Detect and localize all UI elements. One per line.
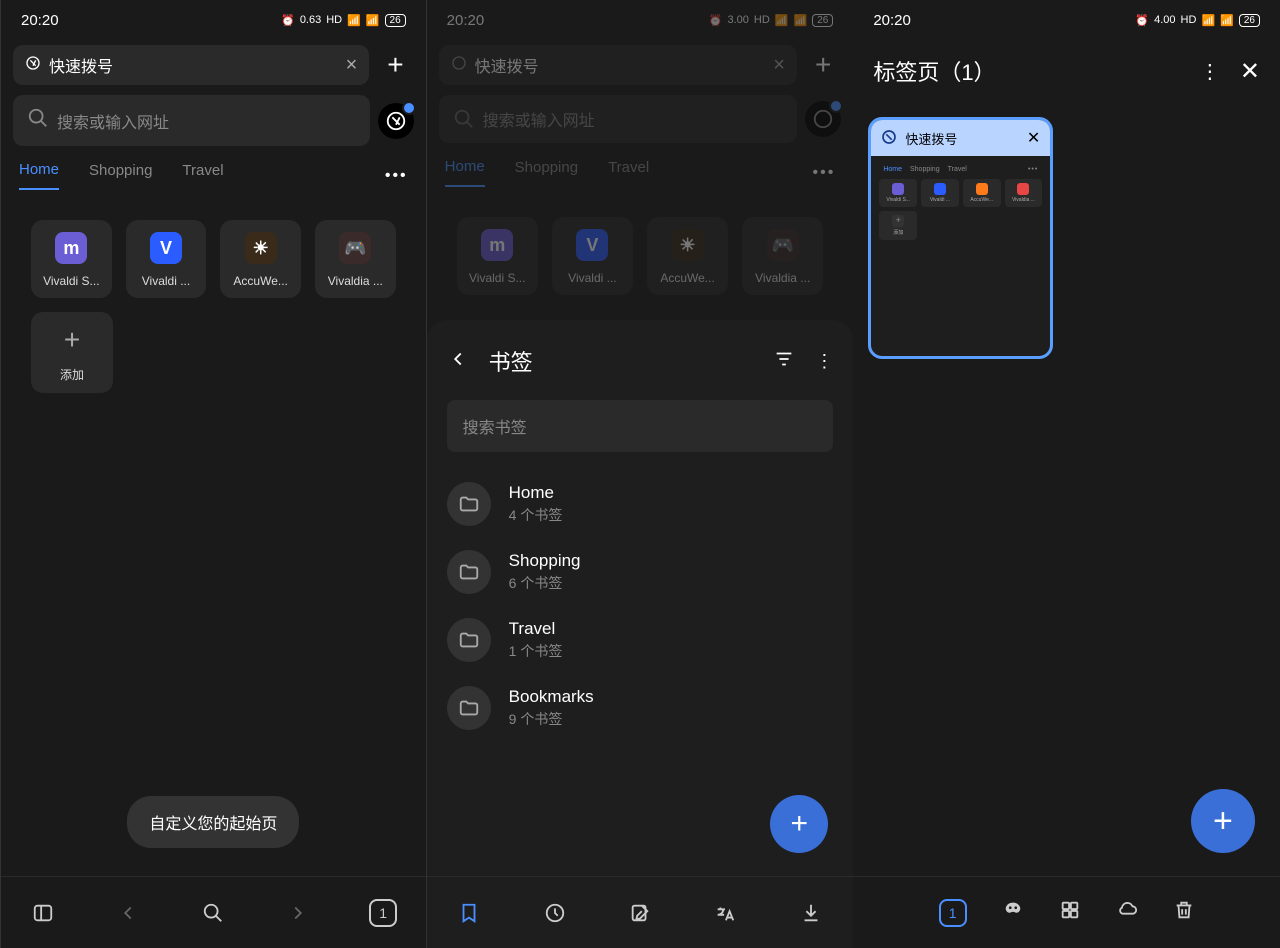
tabs-icon[interactable]: 1	[939, 899, 967, 927]
bookmarks-icon[interactable]	[444, 902, 494, 924]
more-icon[interactable]: ⋮	[815, 351, 833, 372]
back-icon[interactable]	[447, 348, 469, 375]
bookmark-search-input[interactable]: 搜索书签	[447, 400, 834, 452]
dial-icon: m	[55, 232, 87, 264]
nav-tab-home[interactable]: Home	[19, 161, 59, 190]
dial-label: Vivaldi ...	[142, 274, 190, 288]
customize-start-page-button[interactable]: 自定义您的起始页	[127, 796, 299, 848]
downloads-icon[interactable]	[786, 902, 836, 924]
sync-tabs-icon[interactable]	[1059, 899, 1081, 926]
status-time: 20:20	[447, 12, 485, 29]
dial-icon: 🎮	[339, 232, 371, 264]
tab-title: 快速拨号	[49, 53, 113, 77]
panel-bookmarks: 20:20 ⏰3.00HD📶📶 26 快速拨号 × + 搜索或输入网址 Home…	[427, 0, 854, 948]
add-label: 添加	[60, 366, 84, 383]
status-bar: 20:20 ⏰4.00HD📶📶 26	[853, 0, 1280, 40]
notes-icon[interactable]	[615, 902, 665, 924]
add-bookmark-button[interactable]: +	[770, 795, 828, 853]
new-tab-button[interactable]: +	[1191, 789, 1255, 853]
speed-dial-item[interactable]: 🎮 Vivaldia ...	[315, 220, 396, 298]
speed-dial-item[interactable]: m Vivaldi S...	[31, 220, 112, 298]
bookmark-folder[interactable]: Home4 个书签	[427, 470, 854, 538]
filter-icon[interactable]	[773, 348, 795, 375]
dial-label: Vivaldi S...	[43, 274, 99, 288]
browser-tab[interactable]: 快速拨号 ×	[13, 45, 369, 85]
battery-icon: 26	[385, 14, 406, 27]
bottom-nav: 1	[1, 876, 426, 948]
search-icon	[27, 107, 49, 134]
signal-icon: 📶	[366, 14, 380, 27]
new-tab-button[interactable]: +	[377, 49, 413, 81]
bottom-nav	[427, 876, 854, 948]
bookmarks-title: 书签	[489, 345, 754, 377]
history-icon[interactable]	[530, 902, 580, 924]
folder-icon	[447, 618, 491, 662]
bottom-nav: 1	[853, 876, 1280, 948]
more-icon[interactable]: ⋮	[1200, 59, 1220, 84]
search-input: 搜索或输入网址	[439, 95, 798, 143]
status-icons: ⏰ 0.63 HD 📶 📶 26	[281, 14, 406, 27]
add-dial-button[interactable]: + 添加	[31, 312, 113, 393]
speed-dial-item[interactable]: ☀ AccuWe...	[220, 220, 301, 298]
panel-speed-dial: 20:20 ⏰ 0.63 HD 📶 📶 26 快速拨号 × + 搜索或输入网址 …	[0, 0, 427, 948]
panel-icon[interactable]	[18, 902, 68, 924]
vivaldi-icon	[25, 55, 41, 76]
translate-icon[interactable]	[700, 902, 750, 924]
folder-icon	[447, 686, 491, 730]
speed-indicator: 0.63	[300, 14, 321, 26]
panel-tabs: 20:20 ⏰4.00HD📶📶 26 标签页（1） ⋮ ✕ 快速拨号 ✕ Hom…	[853, 0, 1280, 948]
vivaldi-menu-button[interactable]	[378, 103, 414, 139]
bookmark-folder[interactable]: Travel1 个书签	[427, 606, 854, 674]
vivaldi-icon	[881, 129, 897, 148]
bookmarks-sheet: 书签 ⋮ 搜索书签 Home4 个书签 Shopping6 个书签 Travel…	[427, 320, 854, 948]
cloud-icon[interactable]	[1116, 899, 1138, 926]
status-bar: 20:20 ⏰ 0.63 HD 📶 📶 26	[1, 0, 426, 40]
close-tab-icon[interactable]: ✕	[1027, 128, 1040, 148]
forward-icon[interactable]	[273, 902, 323, 924]
tab-bar: 快速拨号 × +	[1, 40, 426, 90]
nav-tab-shopping[interactable]: Shopping	[89, 162, 152, 189]
search-input[interactable]: 搜索或输入网址	[13, 95, 370, 146]
address-bar: 搜索或输入网址	[1, 95, 426, 146]
tab-preview: Home Shopping Travel ••• Vivaldi S... Vi…	[871, 156, 1050, 356]
plus-icon: +	[64, 324, 80, 356]
folder-icon	[447, 482, 491, 526]
close-icon[interactable]: ×	[346, 54, 358, 77]
status-time: 20:20	[21, 12, 59, 29]
browser-tab: 快速拨号 ×	[439, 45, 797, 85]
speed-dial-item[interactable]: V Vivaldi ...	[126, 220, 207, 298]
tabs-button[interactable]: 1	[358, 899, 408, 927]
search-icon[interactable]	[188, 902, 238, 924]
status-bar: 20:20 ⏰3.00HD📶📶 26	[427, 0, 854, 40]
status-time: 20:20	[873, 12, 911, 29]
close-icon[interactable]: ✕	[1240, 57, 1260, 86]
dial-label: AccuWe...	[233, 274, 287, 288]
tab-card-header: 快速拨号 ✕	[871, 120, 1050, 156]
status-icons: ⏰4.00HD📶📶 26	[1135, 14, 1260, 27]
speed-dial-grid: m Vivaldi S... V Vivaldi ... ☀ AccuWe...…	[1, 190, 426, 298]
bookmark-folder-list: Home4 个书签 Shopping6 个书签 Travel1 个书签 Book…	[427, 460, 854, 752]
status-icons: ⏰3.00HD📶📶 26	[709, 14, 834, 27]
more-icon[interactable]: •••	[385, 167, 408, 185]
speed-dial-tabs: Home Shopping Travel •••	[1, 146, 426, 190]
dial-icon: V	[150, 232, 182, 264]
tabs-title: 标签页（1）	[873, 55, 1200, 87]
bookmark-folder[interactable]: Bookmarks9 个书签	[427, 674, 854, 742]
wifi-icon: 📶	[347, 14, 361, 27]
bookmark-folder[interactable]: Shopping6 个书签	[427, 538, 854, 606]
dial-label: Vivaldia ...	[328, 274, 383, 288]
search-placeholder: 搜索或输入网址	[57, 109, 169, 133]
private-icon[interactable]	[1002, 899, 1024, 926]
tabs-header: 标签页（1） ⋮ ✕	[853, 40, 1280, 102]
delete-icon[interactable]	[1173, 899, 1195, 926]
hd-icon: HD	[326, 14, 342, 26]
alarm-icon: ⏰	[281, 14, 295, 27]
folder-icon	[447, 550, 491, 594]
nav-tab-travel[interactable]: Travel	[182, 162, 223, 189]
dial-icon: ☀	[245, 232, 277, 264]
tab-card-title: 快速拨号	[905, 129, 957, 148]
tab-preview-card[interactable]: 快速拨号 ✕ Home Shopping Travel ••• Vivaldi …	[868, 117, 1053, 359]
back-icon[interactable]	[103, 902, 153, 924]
